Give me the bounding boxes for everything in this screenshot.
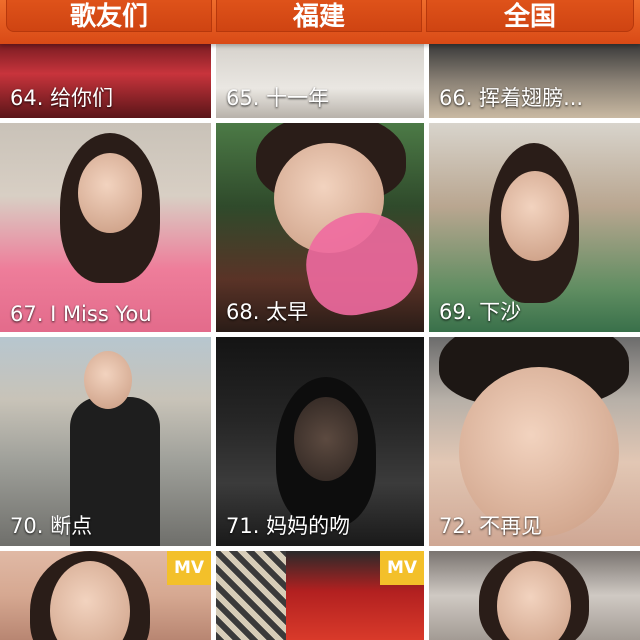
item-caption: 68. 太早	[226, 300, 309, 324]
song-grid: 64. 给你们 65. 十一年 66. 挥着翅膀... 67. I Miss Y…	[0, 0, 640, 640]
grid-item[interactable]: 68. 太早	[216, 123, 424, 332]
grid-item[interactable]: MV	[216, 551, 424, 640]
photo-shape	[216, 551, 286, 640]
tab-friends[interactable]: 歌友们	[6, 0, 212, 32]
item-caption: 67. I Miss You	[10, 302, 152, 326]
grid-item[interactable]: 71. 妈妈的吻	[216, 337, 424, 546]
item-caption: 69. 下沙	[439, 300, 522, 324]
grid-item[interactable]: 67. I Miss You	[0, 123, 211, 332]
grid-item[interactable]: 64. 给你们	[0, 44, 211, 118]
tab-national[interactable]: 全国	[426, 0, 634, 32]
mv-badge: MV	[167, 551, 211, 585]
item-caption: 65. 十一年	[226, 86, 330, 110]
item-caption: 64. 给你们	[10, 86, 114, 110]
photo-shape	[84, 351, 132, 409]
photo-shape	[501, 171, 569, 261]
tab-label: 全国	[503, 1, 556, 32]
item-caption: 71. 妈妈的吻	[226, 514, 351, 538]
item-caption: 66. 挥着翅膀...	[439, 86, 584, 110]
grid-item[interactable]: 69. 下沙	[429, 123, 640, 332]
grid-item[interactable]: MV	[0, 551, 211, 640]
grid-item[interactable]: 66. 挥着翅膀...	[429, 44, 640, 118]
tab-label: 歌友们	[69, 1, 148, 32]
grid-item[interactable]: 70. 断点	[0, 337, 211, 546]
grid-item[interactable]	[429, 551, 640, 640]
grid-item[interactable]: 72. 不再见	[429, 337, 640, 546]
item-caption: 72. 不再见	[439, 514, 543, 538]
photo-shape	[294, 397, 358, 481]
tab-label: 福建	[292, 1, 345, 32]
mv-badge: MV	[380, 551, 424, 585]
tab-fujian[interactable]: 福建	[216, 0, 422, 32]
item-caption: 70. 断点	[10, 514, 93, 538]
photo-shape	[78, 153, 142, 233]
top-tab-bar: 歌友们 福建 全国	[0, 0, 640, 44]
grid-item[interactable]: 65. 十一年	[216, 44, 424, 118]
